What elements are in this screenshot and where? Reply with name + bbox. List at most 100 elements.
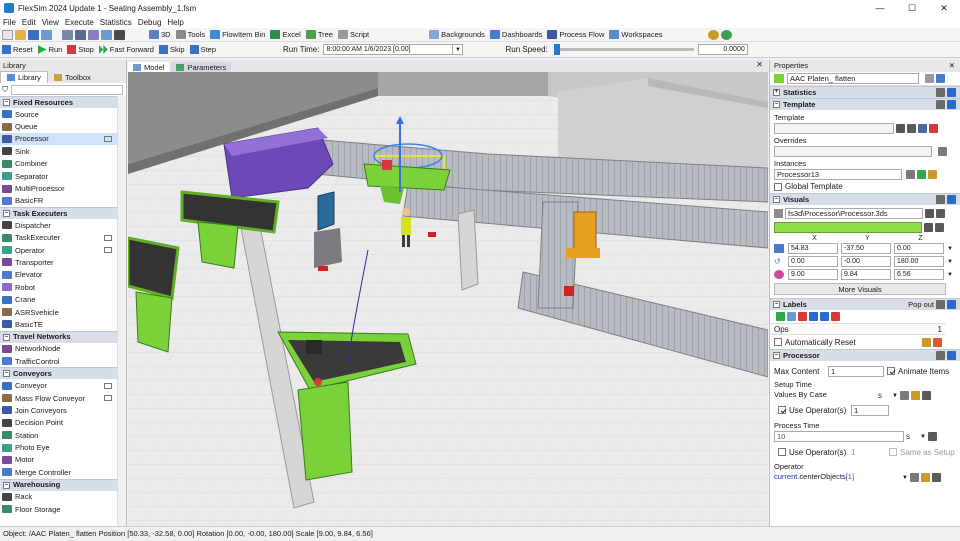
- skip-button[interactable]: Skip: [158, 45, 185, 54]
- library-item-crane[interactable]: Crane: [0, 293, 126, 305]
- run-time-dropdown-icon[interactable]: ▼: [453, 44, 464, 55]
- library-item-conveyor[interactable]: Conveyor: [0, 379, 126, 391]
- color-swatch[interactable]: [774, 222, 922, 233]
- help-icon[interactable]: [720, 29, 732, 40]
- robot-arm[interactable]: [573, 211, 597, 253]
- operator-code-icon[interactable]: [920, 473, 930, 482]
- close-window-button[interactable]: ✕: [928, 0, 960, 16]
- run-time-field[interactable]: 8:00:00 AM 1/6/2023 [0.00]: [323, 44, 454, 55]
- library-item-combiner[interactable]: Combiner: [0, 158, 126, 170]
- label-add-icon[interactable]: [776, 312, 785, 321]
- setup-dropdown-icon[interactable]: ▼: [892, 393, 898, 399]
- library-item-queue[interactable]: Queue: [0, 120, 126, 132]
- close-view-button[interactable]: ✕: [756, 60, 763, 69]
- library-item-sink[interactable]: Sink: [0, 145, 126, 157]
- labels-paste-icon[interactable]: [933, 337, 942, 347]
- new-file-icon[interactable]: [2, 29, 13, 40]
- library-category-task-executers[interactable]: – Task Executers: [0, 207, 126, 220]
- minimize-button[interactable]: —: [864, 0, 896, 16]
- library-item-networknode[interactable]: NetworkNode: [0, 343, 126, 355]
- setup-edit-icon[interactable]: [899, 391, 909, 400]
- template-dropdown-icon[interactable]: [896, 124, 905, 133]
- setup-code-icon[interactable]: [910, 391, 920, 400]
- process-dropdown-icon[interactable]: ▼: [920, 434, 926, 440]
- run-speed-thumb[interactable]: [553, 44, 560, 55]
- label-duplicate-icon[interactable]: [787, 312, 796, 321]
- library-item-processor[interactable]: Processor: [0, 132, 126, 146]
- settings-gear-icon[interactable]: [707, 29, 719, 40]
- library-item-merge-controller[interactable]: Merge Controller: [0, 466, 126, 478]
- global-template-checkbox[interactable]: [774, 182, 782, 191]
- kiosk-terminal[interactable]: [317, 191, 335, 231]
- popout-icon[interactable]: [104, 395, 112, 401]
- maximize-button[interactable]: ☐: [896, 0, 928, 16]
- pop-out-link[interactable]: Pop out: [908, 299, 934, 311]
- library-item-elevator[interactable]: Elevator: [0, 269, 126, 281]
- color-tool-icon[interactable]: [101, 29, 112, 40]
- rotation-dropdown-icon[interactable]: ▼: [947, 259, 953, 265]
- labels-help-icon[interactable]: [947, 300, 956, 309]
- label-value-cell[interactable]: 1: [854, 325, 946, 334]
- library-item-motor[interactable]: Motor: [0, 454, 126, 466]
- section-visuals[interactable]: – Visuals: [770, 193, 960, 205]
- library-item-source[interactable]: Source: [0, 108, 126, 120]
- label-move-down-icon[interactable]: [820, 312, 829, 321]
- step-button[interactable]: Step: [189, 45, 216, 54]
- operator-eyedropper-icon[interactable]: [931, 473, 941, 482]
- shape-eyedropper-icon[interactable]: [936, 209, 945, 218]
- operator-vest[interactable]: [401, 217, 411, 235]
- scene-drawing[interactable]: [128, 72, 768, 526]
- position-y-field[interactable]: -37.50: [841, 243, 891, 254]
- label-pin-icon[interactable]: [831, 312, 840, 321]
- popout-icon[interactable]: [104, 135, 112, 142]
- collapse-icon[interactable]: –: [3, 99, 10, 106]
- label-move-up-icon[interactable]: [809, 312, 818, 321]
- library-category-warehousing[interactable]: – Warehousing: [0, 478, 126, 491]
- library-item-multiprocessor[interactable]: MultiProcessor: [0, 182, 126, 194]
- scale-x-field[interactable]: 9.00: [788, 269, 838, 280]
- run-speed-slider[interactable]: [553, 44, 694, 55]
- instances-add-icon[interactable]: [917, 170, 926, 179]
- library-item-floor-storage[interactable]: Floor Storage: [0, 503, 126, 515]
- color-dropdown-icon[interactable]: [924, 223, 933, 232]
- collapse-icon[interactable]: –: [3, 210, 10, 218]
- overrides-field[interactable]: [774, 146, 932, 157]
- labels-copy-icon[interactable]: [922, 337, 931, 347]
- shape-dropdown-icon[interactable]: [925, 209, 934, 218]
- connect-mode-icon[interactable]: [75, 29, 86, 40]
- fast-forward-button[interactable]: Fast Forward: [98, 45, 154, 54]
- position-x-field[interactable]: 54.83: [788, 243, 838, 254]
- statistics-edit-icon[interactable]: [936, 88, 945, 97]
- menu-execute[interactable]: Execute: [65, 18, 94, 27]
- open-folder-icon[interactable]: [15, 29, 26, 40]
- visuals-help-icon[interactable]: [947, 195, 956, 204]
- dashboards-button[interactable]: Dashboards: [489, 30, 542, 39]
- flowitem-bin-button[interactable]: FlowItem Bin: [210, 30, 265, 39]
- visuals-settings-icon[interactable]: [936, 195, 945, 204]
- object-name-field[interactable]: AAC Platen_ flatten: [787, 73, 919, 84]
- script-button[interactable]: Script: [337, 30, 369, 39]
- label-delete-icon[interactable]: [798, 312, 807, 321]
- instances-field[interactable]: Processor13: [774, 169, 902, 180]
- menu-statistics[interactable]: Statistics: [100, 18, 132, 27]
- tab-parameters[interactable]: Parameters: [171, 62, 232, 72]
- library-item-mass-flow-conveyor[interactable]: Mass Flow Conveyor: [0, 392, 126, 404]
- select-mode-icon[interactable]: [88, 29, 99, 40]
- auto-reset-checkbox[interactable]: [774, 338, 782, 346]
- template-settings-icon[interactable]: [936, 100, 945, 109]
- overrides-edit-icon[interactable]: [938, 147, 947, 156]
- library-search-input[interactable]: [11, 84, 123, 95]
- library-item-rack[interactable]: Rack: [0, 491, 126, 503]
- library-item-basicte[interactable]: BasicTE: [0, 318, 126, 330]
- instances-tree-icon[interactable]: [928, 170, 937, 179]
- template-field[interactable]: [774, 123, 894, 134]
- run-speed-field[interactable]: 0.0000: [697, 44, 748, 55]
- library-category-travel-networks[interactable]: – Travel Networks: [0, 330, 126, 343]
- workspaces-button[interactable]: Workspaces: [609, 30, 663, 39]
- statistics-help-icon[interactable]: [947, 88, 956, 97]
- menu-file[interactable]: File: [3, 18, 16, 27]
- scale-y-field[interactable]: 9.84: [841, 269, 891, 280]
- operator-field[interactable]: current .centerObjects [1]: [774, 472, 902, 483]
- processor-settings-icon[interactable]: [936, 351, 945, 360]
- library-item-basicfr[interactable]: BasicFR: [0, 195, 126, 207]
